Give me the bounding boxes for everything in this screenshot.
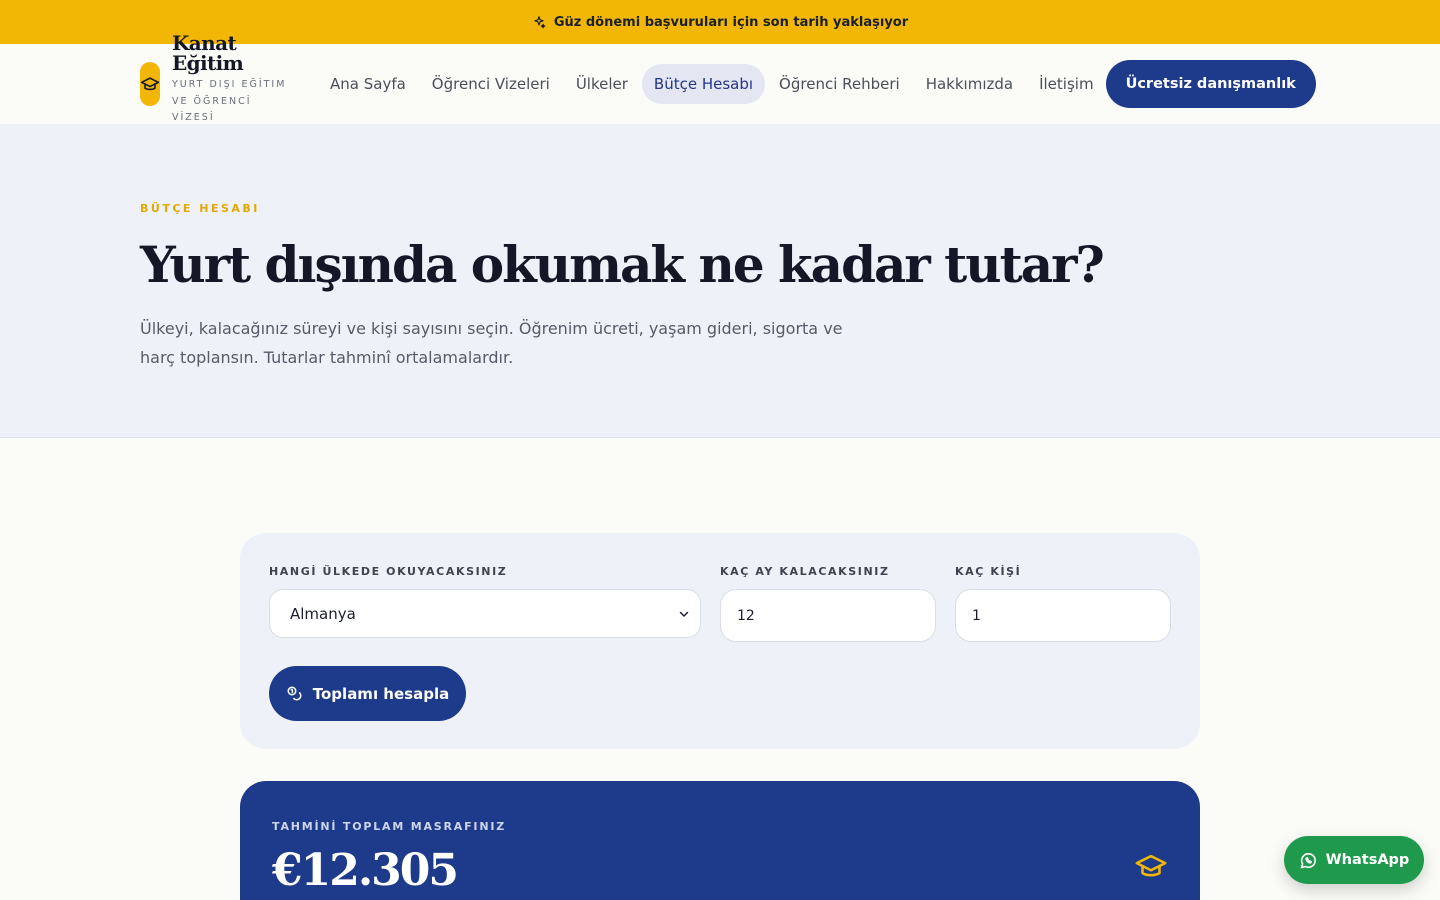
budget-calculator-form: HANGİ ÜLKEDE OKUYACAKSINIZ Almanya KAÇ A…: [240, 533, 1200, 749]
logo[interactable]: [140, 62, 160, 106]
nav-item-budget-calculator[interactable]: Bütçe Hesabı: [641, 64, 766, 104]
nav-item-about[interactable]: Hakkımızda: [914, 64, 1025, 104]
whatsapp-label: WhatsApp: [1325, 852, 1410, 868]
free-consultation-button[interactable]: Ücretsiz danışmanlık: [1105, 60, 1316, 108]
calculate-total-button[interactable]: Toplamı hesapla: [269, 666, 466, 721]
months-input[interactable]: 12: [720, 589, 936, 642]
months-label: KAÇ AY KALACAKSINIZ: [720, 565, 890, 578]
graduation-cap-icon: [140, 77, 160, 91]
coins-icon: [287, 686, 302, 701]
brand-tagline: YURT DIŞI EĞİTIM VE ÖĞRENCİ VİZESİ: [172, 79, 287, 124]
hero-description: Ülkeyi, kalacağınız süreyi ve kişi sayıs…: [140, 319, 843, 367]
chevron-down-icon: [679, 611, 689, 617]
announcement-text: Güz dönemi başvuruları için son tarih ya…: [553, 14, 909, 30]
main-nav: Ana Sayfa Öğrenci Vizeleri Ülkeler Bütçe…: [318, 64, 1106, 104]
graduation-cap-icon: [1135, 854, 1167, 877]
hero-section: BÜTÇE HESABI Yurt dışında okumak ne kada…: [0, 124, 1440, 438]
country-label: HANGİ ÜLKEDE OKUYACAKSINIZ: [269, 565, 508, 578]
result-card: TAHMİNİ TOPLAM MASRAFINIZ €12.305: [240, 781, 1200, 900]
hero-eyebrow: BÜTÇE HESABI: [140, 202, 260, 215]
people-label: KAÇ KİŞİ: [955, 565, 1022, 578]
country-select-value: Almanya: [290, 604, 356, 623]
whatsapp-icon: [1300, 852, 1316, 868]
country-field: HANGİ ÜLKEDE OKUYACAKSINIZ Almanya: [269, 565, 701, 642]
nav-item-home[interactable]: Ana Sayfa: [318, 64, 418, 104]
people-field: KAÇ KİŞİ 1: [955, 565, 1171, 642]
site-header: Kanat Eğitim YURT DIŞI EĞİTIM VE ÖĞRENCİ…: [0, 33, 1440, 127]
whatsapp-button[interactable]: WhatsApp: [1284, 836, 1424, 884]
page-title: Yurt dışında okumak ne kadar tutar?: [140, 235, 1105, 294]
brand[interactable]: Kanat Eğitim YURT DIŞI EĞİTIM VE ÖĞRENCİ…: [172, 33, 292, 127]
calculate-total-label: Toplamı hesapla: [312, 684, 450, 703]
result-total: €12.305: [272, 845, 459, 896]
nav-item-countries[interactable]: Ülkeler: [564, 64, 640, 104]
country-select[interactable]: Almanya: [269, 589, 701, 638]
nav-item-student-guide[interactable]: Öğrenci Rehberi: [767, 64, 912, 104]
people-input[interactable]: 1: [955, 589, 1171, 642]
nav-item-contact[interactable]: İletişim: [1027, 64, 1105, 104]
months-field: KAÇ AY KALACAKSINIZ 12: [720, 565, 936, 642]
result-label: TAHMİNİ TOPLAM MASRAFINIZ: [272, 820, 506, 833]
sparkle-icon: [534, 16, 546, 29]
nav-item-student-visas[interactable]: Öğrenci Vizeleri: [420, 64, 562, 104]
brand-name: Kanat Eğitim: [172, 31, 244, 76]
